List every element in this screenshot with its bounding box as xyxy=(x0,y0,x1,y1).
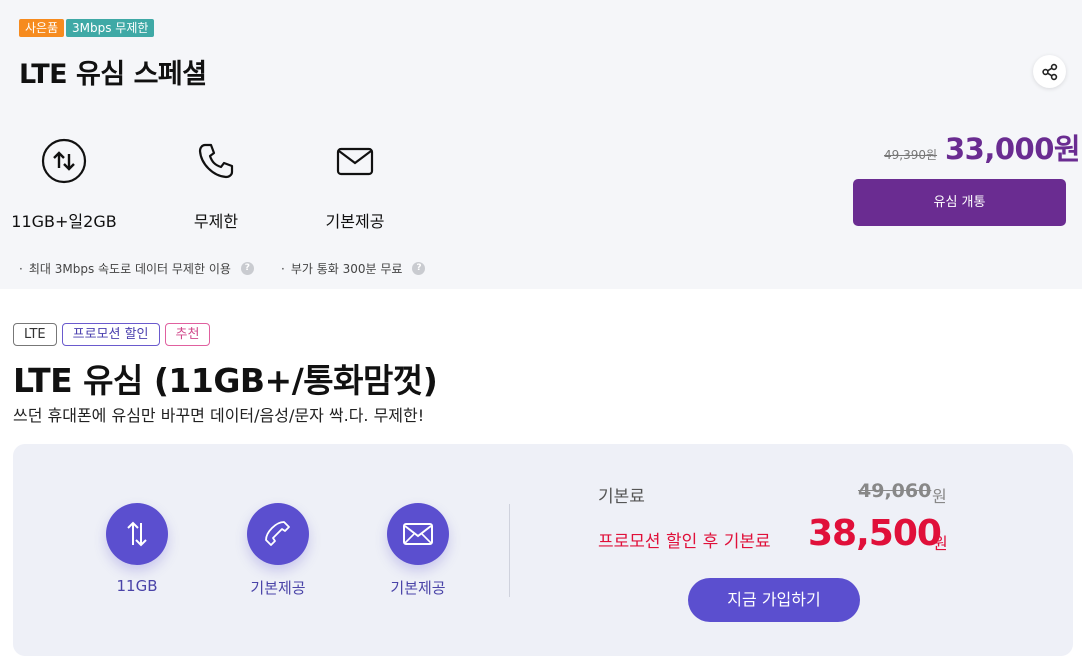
phone-icon xyxy=(265,521,290,546)
currency-unit: 원 xyxy=(932,487,947,506)
original-price: 49,390원 xyxy=(884,148,938,162)
plan-title: LTE 유심 (11GB+/통화맘껏) xyxy=(13,361,438,400)
sale-price: 33,000원 xyxy=(945,132,1081,166)
unlimited-speed-badge: 3Mbps 무제한 xyxy=(66,19,155,37)
share-button[interactable] xyxy=(1033,55,1066,88)
note-call: · 부가 통화 300분 무료 ? xyxy=(281,260,426,277)
feature-label: 기본제공 xyxy=(250,579,306,597)
mail-icon xyxy=(403,523,433,545)
feature-label: 11GB xyxy=(116,577,158,595)
base-fee-label: 기본료 xyxy=(598,487,645,507)
note-data: · 최대 3Mbps 속도로 데이터 무제한 이용 ? xyxy=(19,260,254,277)
feature-data: 11GB+일2GB xyxy=(0,138,134,232)
help-icon[interactable]: ? xyxy=(240,262,254,275)
updown-arrows-icon xyxy=(127,521,147,547)
promo-fee-label: 프로모션 할인 후 기본료 xyxy=(598,532,771,552)
feature-label: 기본제공 xyxy=(390,579,446,597)
phone-icon xyxy=(198,143,234,179)
tag-promotion: 프로모션 할인 xyxy=(61,323,160,346)
note-text: 부가 통화 300분 무료 xyxy=(290,262,403,276)
plan-tags: LTE 프로모션 할인 추천 xyxy=(13,323,211,346)
plan-card-special: 사은품 3Mbps 무제한 LTE 유심 스페셜 11GB+일2GB 무제한 기… xyxy=(0,0,1082,289)
mail-icon xyxy=(336,147,374,176)
gift-badge: 사은품 xyxy=(19,19,65,37)
divider xyxy=(509,504,510,597)
feature-label: 무제한 xyxy=(193,212,239,231)
feature-voice: 무제한 xyxy=(146,138,286,232)
plan-subtitle: 쓰던 휴대폰에 유심만 바꾸면 데이터/음성/문자 싹.다. 무제한! xyxy=(13,406,425,425)
join-now-button[interactable]: 지금 가입하기 xyxy=(688,578,860,622)
feature-sms: 기본제공 xyxy=(285,138,425,232)
data-arrows-icon xyxy=(41,138,87,184)
help-icon[interactable]: ? xyxy=(412,262,426,275)
base-fee-original: 49,060 xyxy=(858,480,932,502)
sim-open-button[interactable]: 유심 개통 xyxy=(853,179,1066,226)
feature-sms: 기본제공 xyxy=(358,503,478,598)
feature-voice: 기본제공 xyxy=(218,503,338,598)
tag-recommended: 추천 xyxy=(164,323,211,346)
feature-label: 11GB+일2GB xyxy=(11,212,117,231)
note-text: 최대 3Mbps 속도로 데이터 무제한 이용 xyxy=(28,262,231,276)
feature-label: 기본제공 xyxy=(325,212,385,231)
plan-title: LTE 유심 스페셜 xyxy=(19,59,207,90)
promo-fee: 38,500 xyxy=(808,513,942,554)
feature-data: 11GB xyxy=(77,503,197,595)
tag-lte: LTE xyxy=(13,323,57,346)
currency-unit: 원 xyxy=(933,534,948,553)
share-icon xyxy=(1041,63,1057,80)
